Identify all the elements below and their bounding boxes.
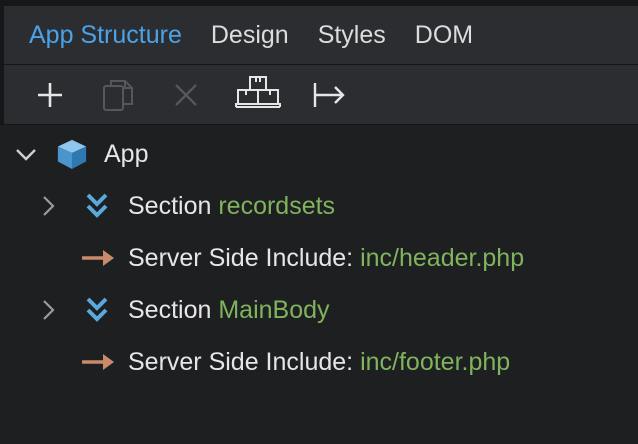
panel-tabs: App Structure Design Styles DOM xyxy=(0,6,638,65)
tab-design[interactable]: Design xyxy=(211,22,289,48)
tab-dom[interactable]: DOM xyxy=(415,22,473,48)
tree-item-label: Section xyxy=(128,296,212,324)
tab-app-structure[interactable]: App Structure xyxy=(29,22,182,48)
duplicate-button[interactable] xyxy=(98,75,138,115)
tree-item-section-mainbody[interactable]: Section MainBody xyxy=(0,290,638,330)
move-into-icon xyxy=(313,83,345,107)
tree-item-app[interactable]: App xyxy=(0,134,638,174)
tree-item-label: Server Side Include: xyxy=(128,348,354,376)
tree-item-label: Server Side Include: xyxy=(128,244,354,272)
tree-item-value: recordsets xyxy=(218,192,336,220)
copy-icon xyxy=(103,80,133,111)
tree-item-value: inc/footer.php xyxy=(360,348,511,376)
structure-tree: App Section recordsets Server Side Inclu… xyxy=(0,126,638,444)
double-chevron-icon xyxy=(81,190,113,222)
tree-item-value: inc/header.php xyxy=(360,244,525,272)
arrow-right-icon xyxy=(81,242,115,274)
tree-item-section-recordsets[interactable]: Section recordsets xyxy=(0,186,638,226)
toolbar xyxy=(0,65,638,125)
close-icon xyxy=(175,84,197,106)
delete-button[interactable] xyxy=(166,75,206,115)
tree-item-value: MainBody xyxy=(218,296,330,324)
tree-item-label: App xyxy=(104,140,149,168)
chevron-right-icon[interactable] xyxy=(36,194,60,218)
cube-icon xyxy=(56,138,88,170)
tree-item-include-header[interactable]: Server Side Include: inc/header.php xyxy=(0,238,638,278)
wrap-button[interactable] xyxy=(232,75,284,115)
chevron-right-icon[interactable] xyxy=(36,298,60,322)
double-chevron-icon xyxy=(81,294,113,326)
add-button[interactable] xyxy=(30,75,70,115)
tree-item-include-footer[interactable]: Server Side Include: inc/footer.php xyxy=(0,342,638,382)
app-structure-panel: App Structure Design Styles DOM App Sect… xyxy=(0,0,638,444)
tree-item-label: Section xyxy=(128,192,212,220)
arrow-right-icon xyxy=(81,346,115,378)
chevron-down-icon[interactable] xyxy=(14,142,38,166)
tab-styles[interactable]: Styles xyxy=(318,22,386,48)
plus-icon xyxy=(38,83,62,107)
move-into-button[interactable] xyxy=(309,75,349,115)
boxes-icon xyxy=(235,76,281,108)
